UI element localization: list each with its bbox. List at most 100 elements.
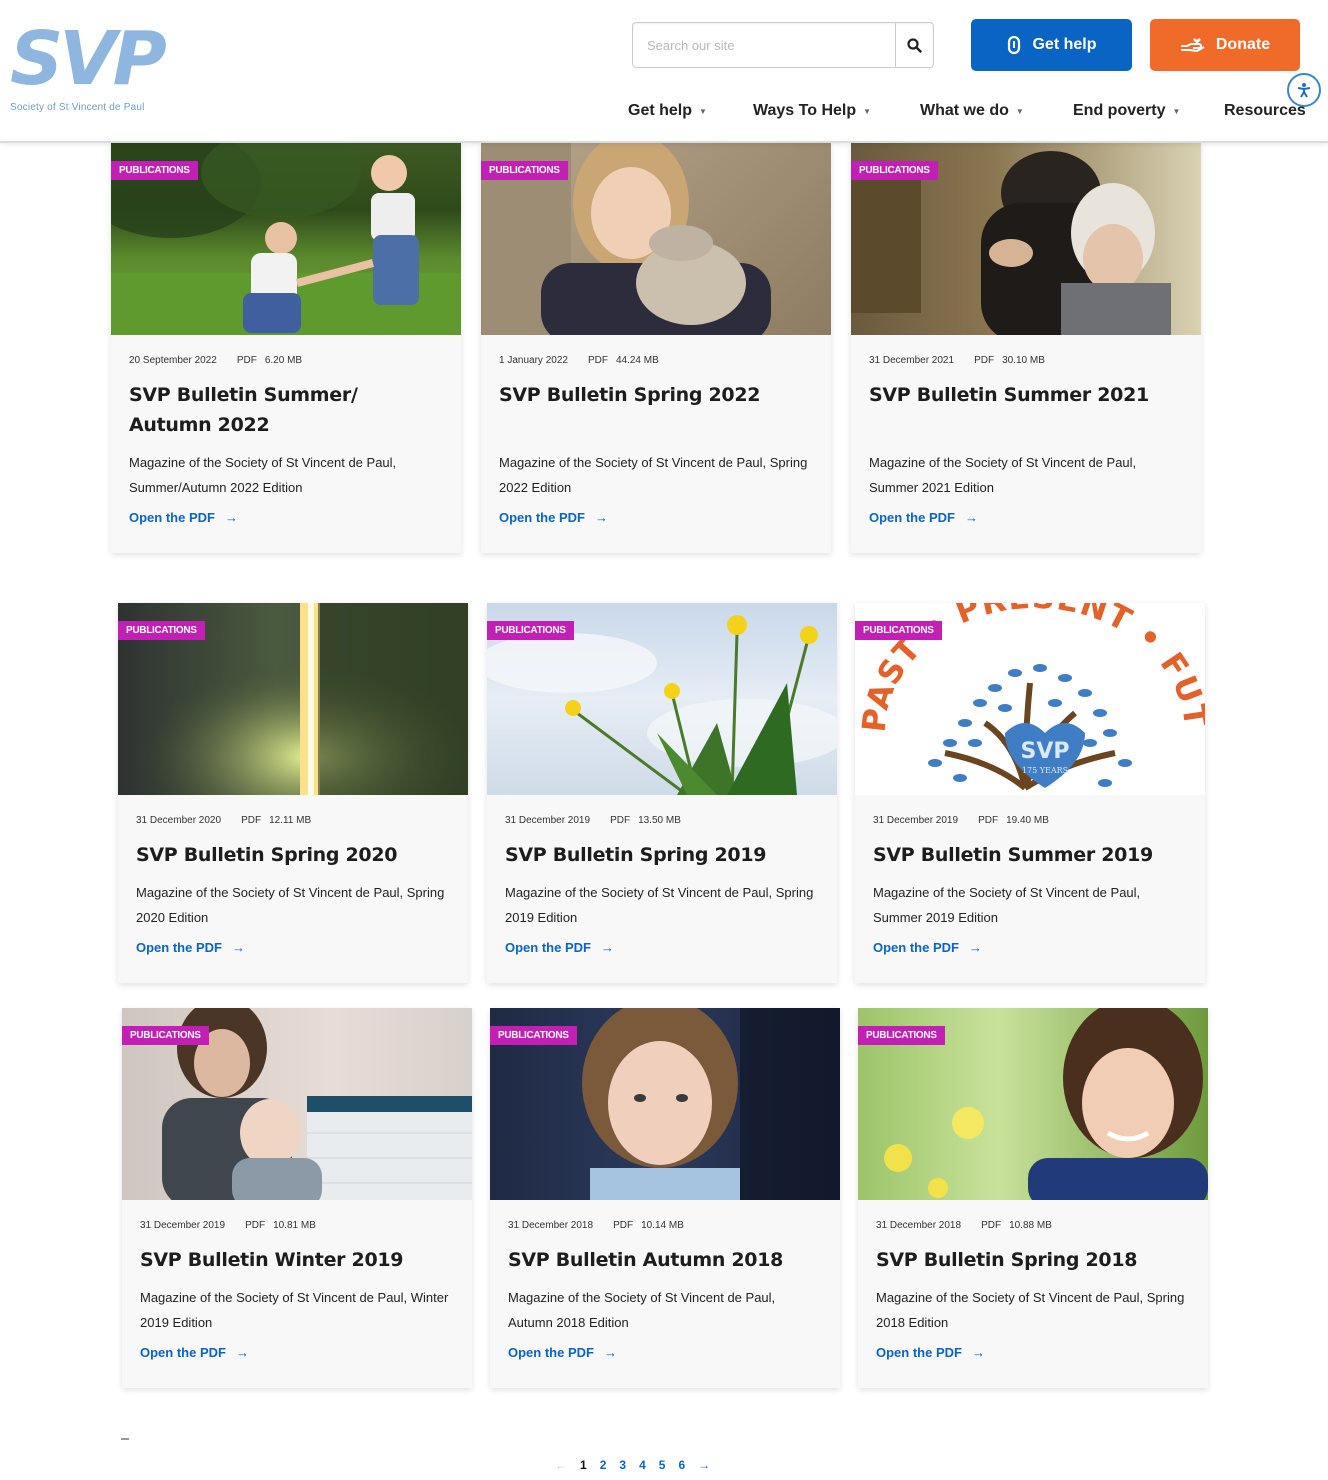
file-size: 13.50 MB — [638, 815, 681, 826]
nav-get-help-label: Get help — [628, 102, 693, 119]
card-image-175-years-logo[interactable]: PAST • PRESENT • FUTURE SVP 175 YEARS PU… — [855, 603, 1205, 795]
open-pdf-link[interactable]: Open the PDF → — [873, 940, 1187, 955]
file-type: PDF — [978, 815, 999, 826]
publication-card[interactable]: PAST • PRESENT • FUTURE SVP 175 YEARS PU… — [855, 603, 1205, 983]
card-title[interactable]: SVP Bulletin Spring 2018 — [876, 1245, 1190, 1275]
card-meta: 1 January 2022 PDF 44.24 MB — [499, 355, 813, 366]
nav-get-help[interactable]: Get help ▼ — [628, 102, 707, 120]
file-size: 44.24 MB — [615, 355, 659, 366]
category-badge: PUBLICATIONS — [118, 621, 205, 640]
arrow-right-icon: → — [594, 510, 608, 525]
open-pdf-link[interactable]: Open the PDF → — [508, 1345, 822, 1360]
card-image-mother-baby[interactable]: PUBLICATIONS — [122, 1008, 472, 1200]
card-image-girl-with-toy[interactable]: PUBLICATIONS — [481, 143, 831, 335]
card-title[interactable]: SVP Bulletin Autumn 2018 — [508, 1245, 822, 1275]
card-description: Magazine of the Society of St Vincent de… — [876, 1290, 1185, 1330]
category-badge: PUBLICATIONS — [855, 621, 942, 640]
file-size: 12.11 MB — [269, 815, 312, 826]
date: 31 December 2019 — [140, 1220, 226, 1231]
card-title[interactable]: SVP Bulletin Spring 2019 — [505, 840, 819, 870]
page-6[interactable]: 6 — [678, 1458, 685, 1472]
publication-card[interactable]: PUBLICATIONS 31 December 2018 PDF 10.14 … — [490, 1008, 840, 1388]
nav-what-we-do-label: What we do — [920, 102, 1009, 119]
date: 31 December 2020 — [136, 815, 222, 826]
card-image-dandelions[interactable]: PUBLICATIONS — [487, 603, 837, 795]
caret-down-icon: ▼ — [1015, 106, 1024, 116]
category-badge: PUBLICATIONS — [122, 1026, 209, 1045]
publication-card[interactable]: PUBLICATIONS 31 December 2019 PDF 13.50 … — [487, 603, 837, 983]
card-description: Magazine of the Society of St Vincent de… — [873, 885, 1141, 925]
publication-card[interactable]: PUBLICATIONS 1 January 2022 PDF 44.24 MB… — [481, 143, 831, 553]
open-pdf-link[interactable]: Open the PDF → — [499, 510, 813, 525]
card-title[interactable]: SVP Bulletin Summer/ Autumn 2022 — [129, 380, 443, 440]
publication-card[interactable]: PUBLICATIONS 31 December 2021 PDF 30.10 … — [851, 143, 1201, 553]
donate-button[interactable]: Donate — [1150, 19, 1300, 71]
logo-mark: SVP — [10, 16, 167, 102]
page-5[interactable]: 5 — [659, 1458, 666, 1472]
file-type: PDF — [236, 355, 257, 366]
search-button[interactable] — [895, 23, 933, 67]
publication-card[interactable]: PUBLICATIONS 31 December 2020 PDF 12.11 … — [118, 603, 468, 983]
card-title[interactable]: SVP Bulletin Winter 2019 — [140, 1245, 454, 1275]
open-pdf-link[interactable]: Open the PDF → — [505, 940, 819, 955]
file-type: PDF — [613, 1220, 634, 1231]
date: 1 January 2022 — [499, 355, 568, 366]
open-pdf-link[interactable]: Open the PDF → — [136, 940, 450, 955]
open-pdf-label: Open the PDF — [508, 1345, 594, 1360]
nav-resources-label: Resources — [1224, 102, 1306, 119]
open-pdf-link[interactable]: Open the PDF → — [140, 1345, 454, 1360]
arrow-right-icon: → — [971, 1345, 985, 1360]
arrow-right-icon: → — [968, 940, 982, 955]
card-description: Magazine of the Society of St Vincent de… — [505, 885, 814, 925]
date: 31 December 2019 — [505, 815, 591, 826]
search-input[interactable] — [633, 23, 895, 67]
file-type: PDF — [587, 355, 608, 366]
file-size: 6.20 MB — [264, 355, 303, 366]
arrow-right-icon: → — [235, 1345, 249, 1360]
file-size: 19.40 MB — [1006, 815, 1049, 826]
card-meta: 31 December 2019 PDF 19.40 MB — [873, 815, 1187, 826]
page-1[interactable]: 1 — [580, 1458, 587, 1472]
publication-card[interactable]: PUBLICATIONS 20 September 2022 PDF 6.20 … — [111, 143, 461, 553]
nav-resources[interactable]: Resources — [1224, 102, 1306, 120]
open-pdf-link[interactable]: Open the PDF → — [129, 510, 443, 525]
category-badge: PUBLICATIONS — [481, 161, 568, 180]
open-pdf-label: Open the PDF — [136, 940, 222, 955]
search-box — [632, 22, 934, 68]
open-pdf-label: Open the PDF — [499, 510, 585, 525]
publication-card[interactable]: PUBLICATIONS 31 December 2018 PDF 10.88 … — [858, 1008, 1208, 1388]
next-page-icon[interactable]: → — [698, 1458, 710, 1472]
nav-what-we-do[interactable]: What we do ▼ — [920, 102, 1024, 120]
get-help-button[interactable]: Get help — [971, 19, 1132, 71]
date: 31 December 2019 — [873, 815, 959, 826]
caret-down-icon: ▼ — [863, 106, 872, 116]
open-pdf-label: Open the PDF — [869, 510, 955, 525]
logo-mark-text: SVP — [1021, 739, 1070, 764]
page-3[interactable]: 3 — [619, 1458, 626, 1472]
card-title[interactable]: SVP Bulletin Spring 2020 — [136, 840, 450, 870]
card-title[interactable]: SVP Bulletin Summer 2019 — [873, 840, 1187, 870]
card-image-girl-portrait[interactable]: PUBLICATIONS — [490, 1008, 840, 1200]
card-description: Magazine of the Society of St Vincent de… — [140, 1290, 449, 1330]
nav-end-poverty[interactable]: End poverty ▼ — [1073, 102, 1180, 120]
card-image-embrace[interactable]: PUBLICATIONS — [851, 143, 1201, 335]
open-pdf-link[interactable]: Open the PDF → — [869, 510, 1183, 525]
date: 31 December 2018 — [508, 1220, 594, 1231]
card-title[interactable]: SVP Bulletin Summer 2021 — [869, 380, 1183, 410]
file-size: 30.10 MB — [1002, 355, 1045, 366]
lifebuoy-icon — [1008, 35, 1021, 55]
open-pdf-link[interactable]: Open the PDF → — [876, 1345, 1190, 1360]
card-title[interactable]: SVP Bulletin Spring 2022 — [499, 380, 813, 410]
open-pdf-label: Open the PDF — [129, 510, 215, 525]
card-image-door-light[interactable]: PUBLICATIONS — [118, 603, 468, 795]
page-2[interactable]: 2 — [600, 1458, 607, 1472]
nav-ways-to-help[interactable]: Ways To Help ▼ — [753, 102, 871, 120]
page-4[interactable]: 4 — [639, 1458, 646, 1472]
card-image-children-playing[interactable]: PUBLICATIONS — [111, 143, 461, 335]
card-description: Magazine of the Society of St Vincent de… — [869, 455, 1137, 495]
date: 20 September 2022 — [129, 355, 217, 366]
prev-page-icon[interactable]: ← — [555, 1458, 567, 1472]
publication-card[interactable]: PUBLICATIONS 31 December 2019 PDF 10.81 … — [122, 1008, 472, 1388]
file-type: PDF — [610, 815, 631, 826]
card-image-woman-daffodils[interactable]: PUBLICATIONS — [858, 1008, 1208, 1200]
